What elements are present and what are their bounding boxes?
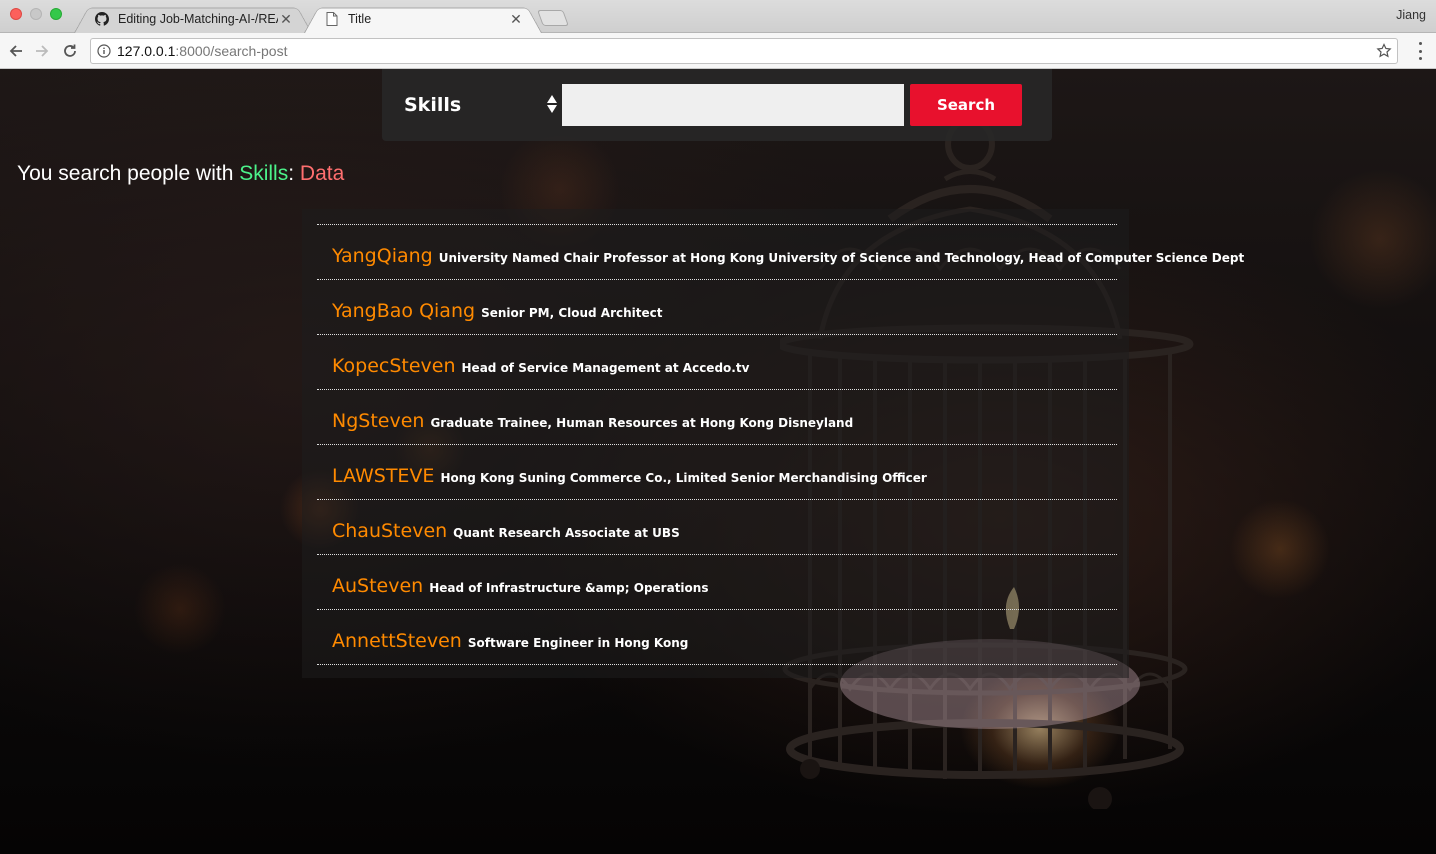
new-tab-button[interactable] — [540, 10, 566, 26]
result-item[interactable]: YangBao Qiang Senior PM, Cloud Architect — [317, 280, 1117, 335]
select-arrows-icon — [546, 93, 558, 115]
result-name-link[interactable]: YangQiang — [332, 245, 433, 267]
summary-field: Skills — [239, 162, 289, 185]
result-item[interactable]: NgSteven Graduate Trainee, Human Resourc… — [317, 390, 1117, 445]
result-name-link[interactable]: LAWSTEVE — [332, 465, 434, 487]
search-field-selected: Skills — [404, 94, 462, 116]
result-item[interactable]: LAWSTEVE Hong Kong Suning Commerce Co., … — [317, 445, 1117, 500]
result-item[interactable]: AuSteven Head of Infrastructure &amp; Op… — [317, 555, 1117, 610]
result-name-link[interactable]: AuSteven — [332, 575, 423, 597]
summary-separator: : — [288, 162, 300, 185]
search-panel: Skills Search — [382, 69, 1052, 141]
result-item[interactable]: KopecSteven Head of Service Management a… — [317, 335, 1117, 390]
result-name-link[interactable]: ChauSteven — [332, 520, 447, 542]
search-field-select[interactable]: Skills — [394, 84, 558, 126]
browser-menu-icon[interactable] — [1414, 42, 1426, 60]
result-name-link[interactable]: NgSteven — [332, 410, 424, 432]
result-title: Head of Service Management at Accedo.tv — [461, 361, 750, 375]
arrow-left-icon — [9, 45, 22, 57]
result-title: Head of Infrastructure &amp; Operations — [429, 581, 709, 595]
results-list: YangQiang University Named Chair Profess… — [302, 209, 1244, 678]
arrow-right-icon — [36, 45, 49, 57]
url-path: :8000/search-post — [175, 43, 288, 59]
page-icon — [324, 11, 340, 27]
tab-title-page[interactable]: Title ✕ — [312, 4, 534, 33]
back-button[interactable] — [5, 40, 27, 62]
result-name-link[interactable]: AnnettSteven — [332, 630, 462, 652]
result-title: Quant Research Associate at UBS — [453, 526, 680, 540]
profile-name[interactable]: Jiang — [1396, 8, 1426, 22]
tab-title: Editing Job-Matching-AI-/REA — [118, 11, 278, 26]
result-title: Graduate Trainee, Human Resources at Hon… — [430, 416, 854, 430]
browser-toolbar: 127.0.0.1:8000/search-post — [0, 33, 1436, 69]
close-window-button[interactable] — [10, 8, 22, 20]
result-item[interactable]: YangQiang University Named Chair Profess… — [317, 225, 1244, 280]
result-title: University Named Chair Professor at Hong… — [438, 251, 1245, 265]
minimize-window-button[interactable] — [30, 8, 42, 20]
url-host: 127.0.0.1 — [117, 43, 176, 59]
close-icon[interactable]: ✕ — [508, 11, 524, 27]
github-icon — [94, 11, 110, 27]
browser-tabstrip: Editing Job-Matching-AI-/REA ✕ Title ✕ J… — [0, 0, 1436, 33]
search-input[interactable] — [562, 84, 904, 126]
page-viewport: Skills Search You search people with Ski… — [0, 69, 1436, 854]
tab-github-editor[interactable]: Editing Job-Matching-AI-/REA ✕ — [82, 4, 304, 33]
close-icon[interactable]: ✕ — [278, 11, 294, 27]
reload-icon — [64, 44, 76, 57]
forward-button[interactable] — [31, 40, 53, 62]
result-item[interactable]: ChauSteven Quant Research Associate at U… — [317, 500, 1117, 555]
tab-title: Title — [348, 11, 372, 26]
summary-prefix: You search people with — [17, 162, 240, 185]
result-name-link[interactable]: YangBao Qiang — [332, 300, 475, 322]
result-item[interactable]: AnnettSteven Software Engineer in Hong K… — [317, 610, 1117, 665]
result-title: Hong Kong Suning Commerce Co., Limited S… — [440, 471, 927, 485]
reload-button[interactable] — [59, 40, 81, 62]
result-title: Software Engineer in Hong Kong — [467, 636, 689, 650]
result-name-link[interactable]: KopecSteven — [332, 355, 456, 377]
address-bar[interactable]: 127.0.0.1:8000/search-post — [90, 38, 1398, 64]
search-button[interactable]: Search — [910, 84, 1022, 126]
search-summary: You search people with Skills: Data — [17, 162, 344, 186]
bookmark-star-icon[interactable] — [1375, 42, 1393, 60]
result-title: Senior PM, Cloud Architect — [481, 306, 663, 320]
summary-value: Data — [299, 162, 345, 185]
maximize-window-button[interactable] — [50, 8, 62, 20]
info-icon[interactable] — [91, 44, 117, 58]
